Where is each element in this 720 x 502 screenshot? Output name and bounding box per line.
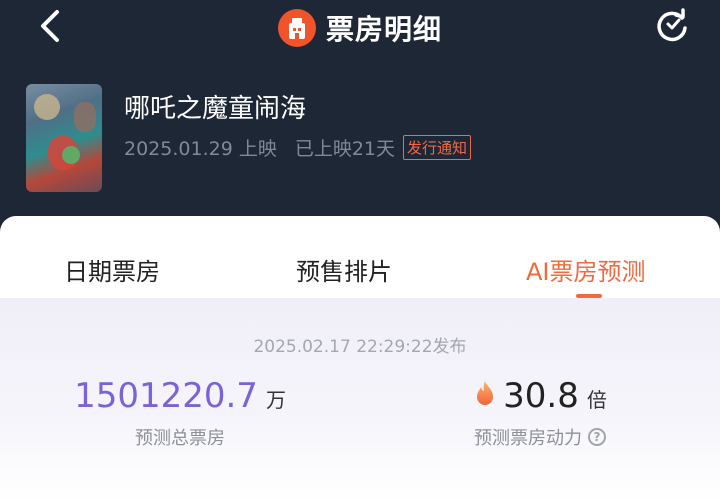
momentum-stat: 30.8 倍 预测票房动力 ? bbox=[360, 376, 720, 450]
top-bar: 票房明细 bbox=[0, 0, 720, 56]
release-notice-badge[interactable]: 发行通知 bbox=[403, 135, 472, 160]
tab-presale-schedule[interactable]: 预售排片 bbox=[296, 252, 392, 287]
movie-info: 哪吒之魔童闹海 2025.01.29 上映 已上映21天 发行通知 bbox=[26, 84, 706, 194]
page-header: 票房明细 bbox=[0, 8, 720, 48]
forecast-content: 2025.02.17 22:29:22发布 1501220.7 万 预测总票房 bbox=[0, 298, 720, 502]
box-office-panel: 日期票房 预售排片 AI票房预测 2025.02.17 22:29:22发布 1… bbox=[0, 216, 720, 502]
days-released: 已上映21天 bbox=[294, 138, 396, 160]
page-title: 票房明细 bbox=[325, 13, 442, 46]
movie-title: 哪吒之魔童闹海 bbox=[124, 94, 307, 124]
total-forecast-stat: 1501220.7 万 预测总票房 bbox=[0, 376, 360, 450]
tab-bar: 日期票房 预售排片 AI票房预测 bbox=[0, 216, 720, 298]
fire-icon bbox=[477, 381, 494, 405]
total-forecast-label: 预测总票房 bbox=[135, 428, 225, 449]
momentum-value: 30.8 bbox=[503, 376, 579, 416]
tab-daily-box-office[interactable]: 日期票房 bbox=[64, 252, 160, 287]
total-forecast-unit: 万 bbox=[265, 388, 286, 412]
refresh-button[interactable] bbox=[652, 6, 692, 46]
publish-time: 2025.02.17 22:29:22发布 bbox=[253, 337, 467, 357]
total-forecast-value: 1501220.7 bbox=[74, 376, 258, 416]
release-date: 2025.01.29 上映 bbox=[124, 138, 277, 160]
momentum-label-row: 预测票房动力 ? bbox=[360, 424, 720, 450]
tab-ai-forecast[interactable]: AI票房预测 bbox=[526, 252, 646, 287]
momentum-unit: 倍 bbox=[586, 388, 607, 412]
cinema-logo-icon bbox=[277, 9, 316, 47]
movie-meta: 2025.01.29 上映 已上映21天 发行通知 bbox=[124, 134, 472, 161]
help-icon[interactable]: ? bbox=[588, 428, 606, 446]
movie-poster[interactable] bbox=[26, 84, 102, 192]
momentum-label: 预测票房动力 bbox=[474, 428, 582, 449]
refresh-icon bbox=[657, 8, 687, 42]
